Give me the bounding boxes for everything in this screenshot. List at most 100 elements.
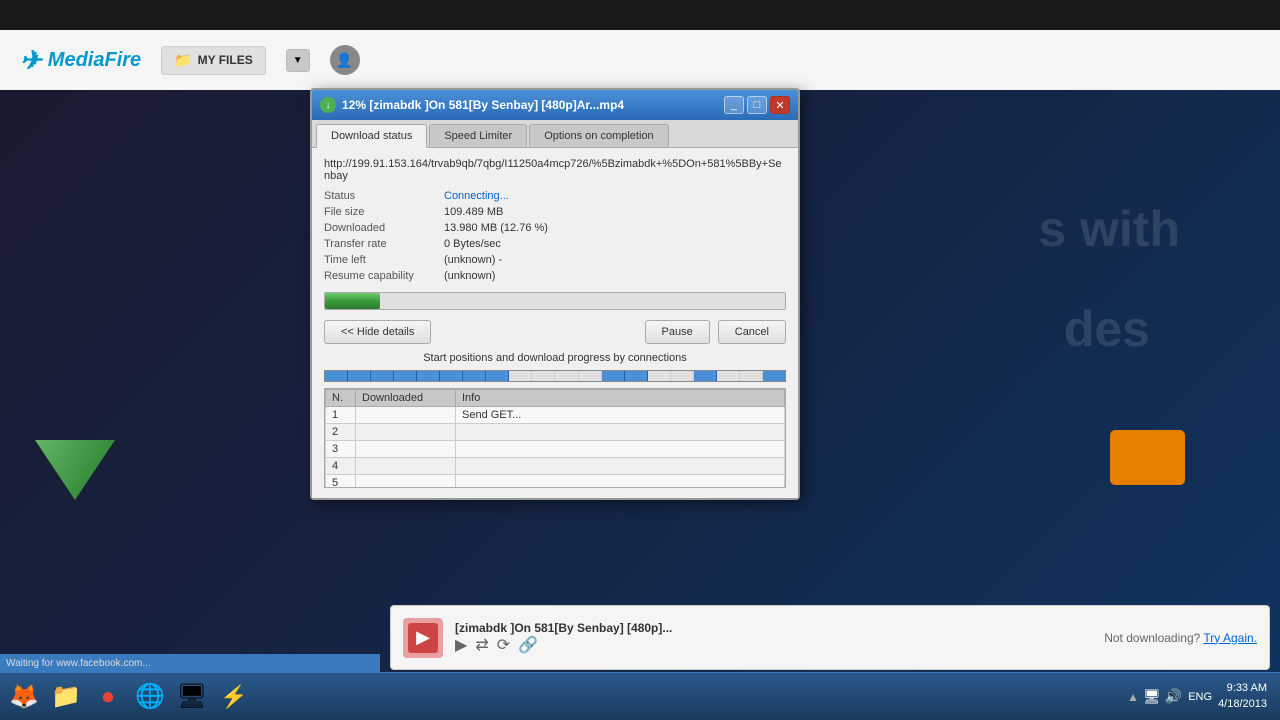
tab-options-completion[interactable]: Options on completion — [529, 124, 668, 147]
close-button[interactable]: ✕ — [770, 96, 790, 114]
seg-3 — [371, 371, 394, 381]
seg-10 — [532, 371, 555, 381]
seg-8 — [486, 371, 509, 381]
notif-link-icon[interactable]: 🔗 — [518, 635, 538, 655]
notif-play-icon[interactable]: ▶ — [455, 635, 467, 655]
bg-orange-button — [1110, 430, 1185, 485]
hide-details-button[interactable]: << Hide details — [324, 320, 431, 344]
tray-monitor-icon: 🖥 — [1143, 688, 1161, 705]
seg-19 — [740, 371, 763, 381]
taskbar-computer[interactable]: 🖥 — [173, 678, 211, 716]
taskbar-chrome2[interactable]: 🌐 — [131, 678, 169, 716]
dialog-tabs: Download status Speed Limiter Options on… — [312, 120, 798, 148]
conn-downloaded-cell — [356, 475, 456, 489]
dialog-title: ↓ 12% [zimabdk ]On 581[By Senbay] [480p]… — [320, 97, 624, 113]
taskbar-explorer[interactable]: 📁 — [47, 678, 85, 716]
notif-file-icon: ▶ — [403, 618, 443, 658]
progress-fill — [325, 293, 380, 309]
cancel-button[interactable]: Cancel — [718, 320, 786, 344]
notif-try-again-link[interactable]: Try Again. — [1203, 631, 1257, 645]
dropdown-arrow[interactable]: ▼ — [286, 49, 310, 72]
conn-info-cell — [456, 458, 785, 475]
conn-info-cell: Send GET... — [456, 407, 785, 424]
tab-download-status[interactable]: Download status — [316, 124, 427, 148]
action-button-group: Pause Cancel — [645, 320, 786, 344]
taskbar-chrome[interactable]: ● — [89, 678, 127, 716]
dialog-controls: _ □ ✕ — [724, 96, 790, 114]
notif-file-icon-inner: ▶ — [408, 623, 438, 653]
logo-text: MediaFire — [48, 49, 141, 72]
transfer-row: Transfer rate 0 Bytes/sec — [324, 238, 786, 250]
top-bar — [0, 0, 1280, 30]
seg-2 — [348, 371, 371, 381]
info-table: Status Connecting... File size 109.489 M… — [324, 190, 786, 282]
download-dialog: ↓ 12% [zimabdk ]On 581[By Senbay] [480p]… — [310, 88, 800, 500]
progress-bar-container — [324, 292, 786, 310]
tray-time-text: 9:33 AM — [1218, 681, 1267, 696]
table-row: 5 — [326, 475, 785, 489]
timeleft-label: Time left — [324, 254, 444, 266]
taskbar-tray: ▲ 🖥 🔊 ENG 9:33 AM 4/18/2013 — [1127, 681, 1275, 712]
taskbar-firefox[interactable]: 🦊 — [5, 678, 43, 716]
timeleft-value: (unknown) - — [444, 254, 502, 266]
conn-n-cell: 5 — [326, 475, 356, 489]
conn-info-cell — [456, 424, 785, 441]
my-files-label: MY FILES — [198, 53, 253, 67]
seg-17 — [694, 371, 717, 381]
resume-label: Resume capability — [324, 270, 444, 282]
status-text: Waiting for www.facebook.com... — [6, 658, 151, 669]
seg-20 — [763, 371, 785, 381]
seg-1 — [325, 371, 348, 381]
transfer-label: Transfer rate — [324, 238, 444, 250]
folder-icon: 📁 — [174, 52, 191, 69]
downloaded-row: Downloaded 13.980 MB (12.76 %) — [324, 222, 786, 234]
conn-info-cell — [456, 441, 785, 458]
status-bar: Waiting for www.facebook.com... — [0, 654, 380, 672]
avatar[interactable]: 👤 — [330, 45, 360, 75]
my-files-button[interactable]: 📁 MY FILES — [161, 46, 266, 75]
tray-clock: 9:33 AM 4/18/2013 — [1218, 681, 1267, 712]
minimize-button[interactable]: _ — [724, 96, 744, 114]
pause-button[interactable]: Pause — [645, 320, 710, 344]
conn-downloaded-cell — [356, 441, 456, 458]
conn-n-cell: 3 — [326, 441, 356, 458]
tray-arrow-icon: ▲ — [1127, 690, 1139, 704]
logo-arrow-icon: ✈ — [20, 45, 42, 76]
downloaded-label: Downloaded — [324, 222, 444, 234]
bg-text-des: des — [1064, 300, 1150, 358]
seg-6 — [440, 371, 463, 381]
filesize-label: File size — [324, 206, 444, 218]
notif-action-icons: ▶ ⇄ ⟳ 🔗 — [455, 635, 1092, 655]
tray-date-text: 4/18/2013 — [1218, 697, 1267, 712]
dialog-title-text: 12% [zimabdk ]On 581[By Senbay] [480p]Ar… — [342, 98, 624, 112]
notif-info: [zimabdk ]On 581[By Senbay] [480p]... ▶ … — [455, 621, 1092, 655]
tab-speed-limiter[interactable]: Speed Limiter — [429, 124, 527, 147]
taskbar-idag[interactable]: ⚡ — [215, 678, 253, 716]
notif-share2-icon[interactable]: ⟳ — [497, 635, 510, 655]
col-info-header: Info — [456, 390, 785, 407]
filesize-row: File size 109.489 MB — [324, 206, 786, 218]
table-row: 1Send GET... — [326, 407, 785, 424]
conn-n-cell: 2 — [326, 424, 356, 441]
status-value: Connecting... — [444, 190, 509, 202]
tray-speaker-icon: 🔊 — [1165, 688, 1182, 705]
seg-14 — [625, 371, 648, 381]
seg-13 — [602, 371, 625, 381]
seg-16 — [671, 371, 694, 381]
status-label: Status — [324, 190, 444, 202]
conn-info-cell — [456, 475, 785, 489]
notif-share-icon[interactable]: ⇄ — [475, 635, 488, 655]
dialog-titlebar: ↓ 12% [zimabdk ]On 581[By Senbay] [480p]… — [312, 90, 798, 120]
seg-9 — [509, 371, 532, 381]
notification-bar: ▶ [zimabdk ]On 581[By Senbay] [480p]... … — [390, 605, 1270, 670]
dialog-actions: << Hide details Pause Cancel — [324, 320, 786, 344]
conn-n-cell: 4 — [326, 458, 356, 475]
connections-table-scroll[interactable]: N. Downloaded Info 1Send GET...23456 — [324, 388, 786, 488]
taskbar: 🦊 📁 ● 🌐 🖥 ⚡ ▲ 🖥 🔊 ENG 9:33 AM 4/18/2013 — [0, 672, 1280, 720]
maximize-button[interactable]: □ — [747, 96, 767, 114]
tray-icons: ▲ 🖥 🔊 — [1127, 688, 1182, 705]
mediafire-header: ✈ MediaFire 📁 MY FILES ▼ 👤 — [0, 30, 1280, 90]
table-row: 3 — [326, 441, 785, 458]
notif-message: Not downloading? Try Again. — [1104, 631, 1257, 645]
mediafire-logo: ✈ MediaFire — [20, 45, 141, 76]
